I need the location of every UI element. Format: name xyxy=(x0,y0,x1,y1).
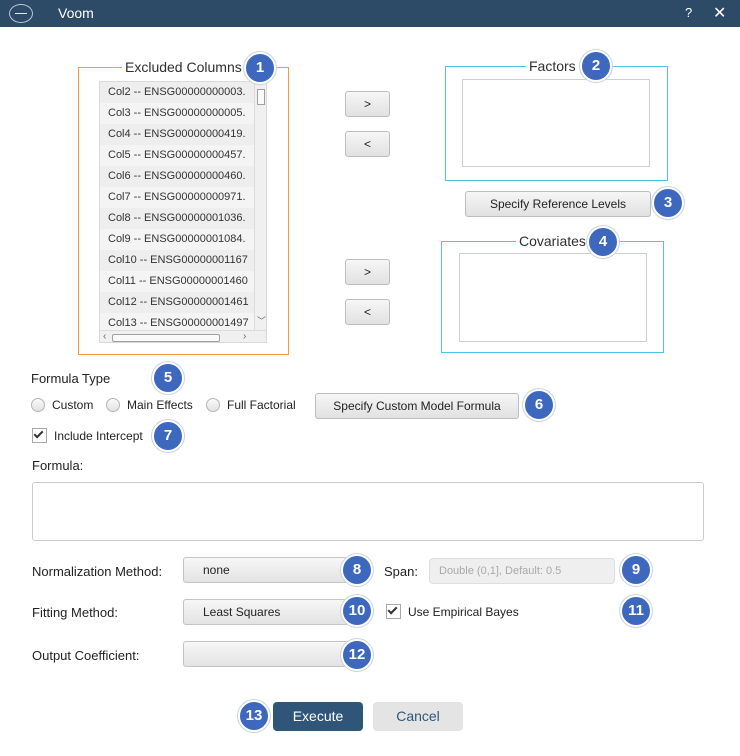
remove-from-factors-button[interactable]: < xyxy=(345,131,390,157)
use-empirical-bayes-checkbox[interactable] xyxy=(386,604,401,619)
include-intercept-checkbox[interactable] xyxy=(32,428,47,443)
include-intercept-label: Include Intercept xyxy=(54,429,143,443)
chevron-right-icon[interactable]: › xyxy=(243,331,246,342)
list-horizontal-scrollbar[interactable]: ‹ › xyxy=(100,330,266,342)
covariates-list[interactable] xyxy=(459,253,647,342)
excluded-columns-label: Excluded Columns xyxy=(122,59,245,75)
custom-radio-label: Custom xyxy=(52,398,94,412)
formula-type-label: Formula Type xyxy=(31,371,111,386)
specify-reference-levels-button[interactable]: Specify Reference Levels xyxy=(465,191,651,217)
list-item[interactable]: Col11 -- ENSG00000001460 xyxy=(100,271,266,292)
badge-7: 7 xyxy=(152,420,184,452)
window-title: Voom xyxy=(58,5,94,21)
output-coefficient-dropdown[interactable] xyxy=(183,641,363,667)
remove-from-covariates-button[interactable]: < xyxy=(345,299,390,325)
move-to-covariates-button[interactable]: > xyxy=(345,259,390,285)
factors-list[interactable] xyxy=(462,79,650,167)
main-effects-radio[interactable] xyxy=(106,398,120,412)
list-item[interactable]: Col9 -- ENSG00000001084. xyxy=(100,229,266,250)
list-item[interactable]: Col5 -- ENSG00000000457. xyxy=(100,145,266,166)
list-item[interactable]: Col10 -- ENSG00000001167 xyxy=(100,250,266,271)
checkmark-icon xyxy=(33,428,44,439)
covariates-label: Covariates xyxy=(516,233,589,249)
span-label: Span: xyxy=(384,564,418,579)
factors-label: Factors xyxy=(526,58,579,74)
list-item[interactable]: Col3 -- ENSG00000000005. xyxy=(100,103,266,124)
badge-1: 1 xyxy=(244,52,276,84)
close-icon[interactable]: ✕ xyxy=(713,3,726,23)
list-item[interactable]: Col12 -- ENSG00000001461 xyxy=(100,292,266,313)
badge-2: 2 xyxy=(580,50,612,82)
badge-12: 12 xyxy=(341,639,373,671)
scroll-thumb[interactable] xyxy=(257,89,265,105)
scroll-thumb[interactable] xyxy=(112,334,220,342)
main-effects-radio-label: Main Effects xyxy=(127,398,193,412)
normalization-method-label: Normalization Method: xyxy=(32,564,163,579)
full-factorial-radio-label: Full Factorial xyxy=(227,398,296,412)
output-coefficient-label: Output Coefficient: xyxy=(32,648,140,663)
badge-6: 6 xyxy=(523,389,555,421)
list-item[interactable]: Col8 -- ENSG00000001036. xyxy=(100,208,266,229)
formula-label: Formula: xyxy=(32,458,84,473)
list-item[interactable]: Col6 -- ENSG00000000460. xyxy=(100,166,266,187)
badge-8: 8 xyxy=(341,554,373,586)
badge-5: 5 xyxy=(152,362,184,394)
fitting-method-dropdown[interactable]: Least Squares xyxy=(183,599,363,625)
list-item[interactable]: Col4 -- ENSG00000000419. xyxy=(100,124,266,145)
checkmark-icon xyxy=(387,604,398,615)
list-item[interactable]: Col7 -- ENSG00000000971. xyxy=(100,187,266,208)
badge-4: 4 xyxy=(587,226,619,258)
move-to-factors-button[interactable]: > xyxy=(345,91,390,117)
app-logo-icon xyxy=(9,4,33,23)
span-input[interactable]: Double (0,1], Default: 0.5 xyxy=(429,558,615,584)
badge-3: 3 xyxy=(652,187,684,219)
cancel-button[interactable]: Cancel xyxy=(373,702,463,731)
specify-custom-model-formula-button[interactable]: Specify Custom Model Formula xyxy=(315,393,519,419)
list-vertical-scrollbar[interactable]: ﹀ xyxy=(254,82,266,330)
formula-textarea[interactable] xyxy=(32,482,704,541)
fitting-method-label: Fitting Method: xyxy=(32,605,118,620)
custom-radio[interactable] xyxy=(31,398,45,412)
execute-button[interactable]: Execute xyxy=(273,702,363,731)
excluded-columns-list[interactable]: Col2 -- ENSG00000000003. Col3 -- ENSG0000… xyxy=(99,81,267,343)
title-bar: Voom ? ✕ xyxy=(0,0,740,27)
badge-10: 10 xyxy=(341,595,373,627)
badge-13: 13 xyxy=(238,700,270,732)
badge-11: 11 xyxy=(620,595,652,627)
badge-9: 9 xyxy=(620,554,652,586)
use-empirical-bayes-label: Use Empirical Bayes xyxy=(408,605,519,619)
list-item[interactable]: Col2 -- ENSG00000000003. xyxy=(100,82,266,103)
full-factorial-radio[interactable] xyxy=(206,398,220,412)
help-icon[interactable]: ? xyxy=(685,5,692,20)
chevron-left-icon[interactable]: ‹ xyxy=(103,331,106,342)
chevron-down-icon[interactable]: ﹀ xyxy=(257,314,266,327)
normalization-method-dropdown[interactable]: none xyxy=(183,557,363,583)
